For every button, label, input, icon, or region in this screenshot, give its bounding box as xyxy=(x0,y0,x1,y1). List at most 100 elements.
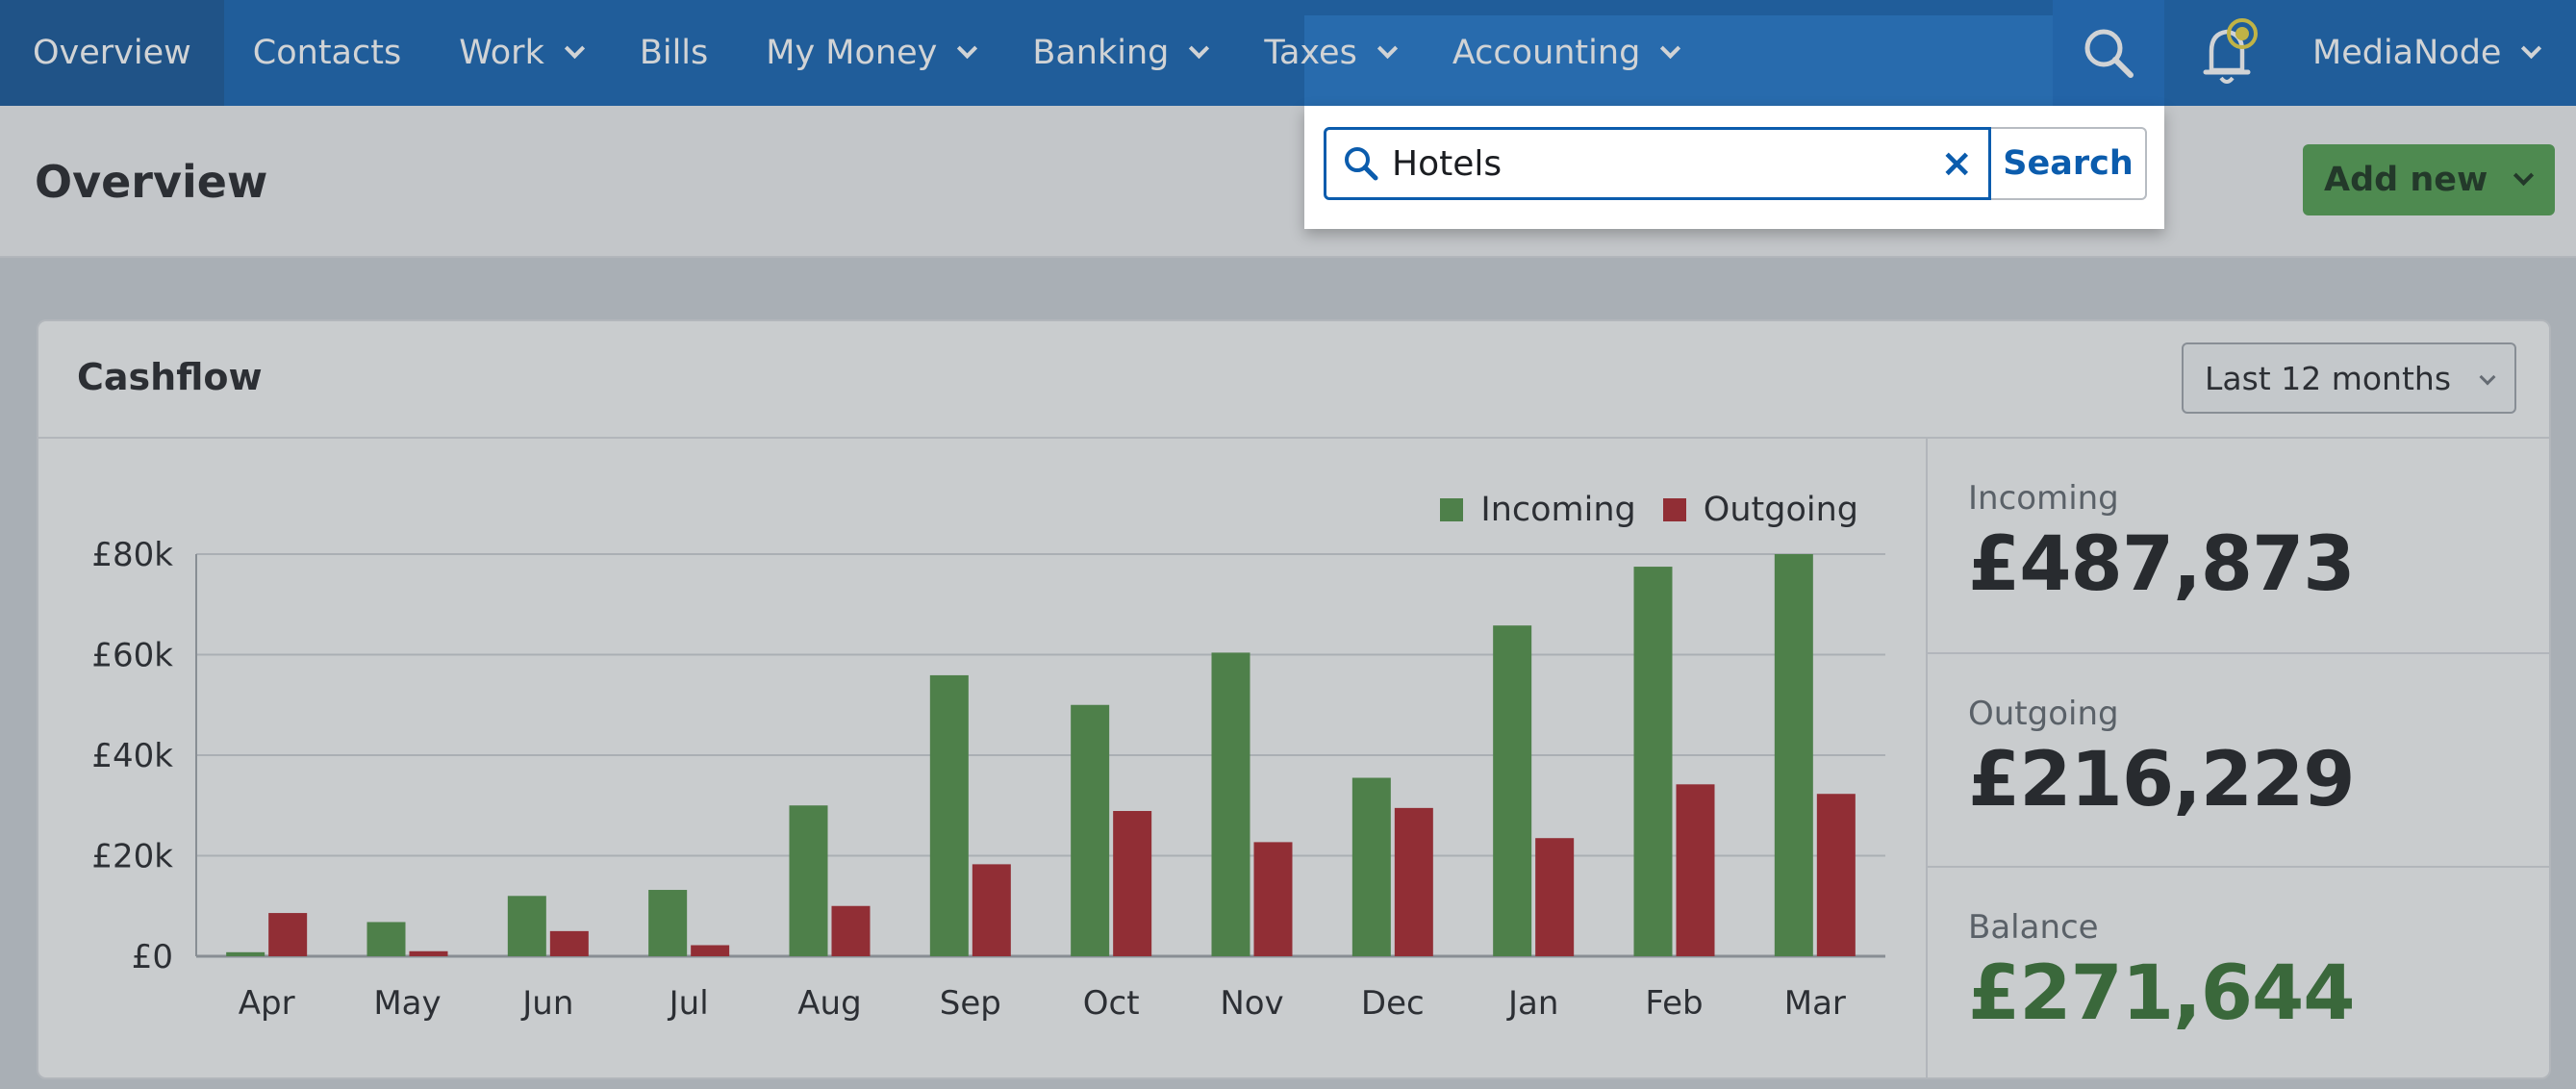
x-tick-label: Jan xyxy=(1506,984,1558,1023)
nav-item-contacts[interactable]: Contacts xyxy=(224,0,430,106)
y-tick-label: £20k xyxy=(91,838,173,876)
x-tick-label: Feb xyxy=(1645,984,1703,1023)
account-menu[interactable]: MediaNode xyxy=(2289,0,2562,106)
nav-item-my-money[interactable]: My Money xyxy=(737,0,1003,106)
legend-swatch-outgoing xyxy=(1662,498,1686,521)
stat-balance: Balance £271,644 xyxy=(1928,866,2549,1077)
y-tick-label: £60k xyxy=(91,637,173,675)
card-title: Cashflow xyxy=(77,356,263,398)
nav-item-banking[interactable]: Banking xyxy=(1003,0,1235,106)
nav-label: Bills xyxy=(639,34,709,72)
x-tick-label: Oct xyxy=(1083,984,1140,1023)
bar-incoming xyxy=(1351,777,1391,956)
search-input[interactable] xyxy=(1392,143,1911,184)
stat-value: £216,229 xyxy=(1968,737,2356,823)
card-header: Cashflow Last 12 months xyxy=(38,321,2549,439)
bar-outgoing xyxy=(972,864,1011,956)
nav-label: My Money xyxy=(766,34,938,72)
bar-incoming xyxy=(648,890,688,956)
bar-outgoing xyxy=(1676,784,1715,956)
notifications-button[interactable] xyxy=(2187,0,2274,106)
legend-item-outgoing: Outgoing xyxy=(1662,491,1858,529)
nav-item-work[interactable]: Work xyxy=(430,0,611,106)
nav-label: Overview xyxy=(33,34,191,72)
bar-outgoing xyxy=(1816,794,1856,956)
account-name: MediaNode xyxy=(2312,34,2502,72)
nav-label: Contacts xyxy=(252,34,402,72)
bar-outgoing xyxy=(1535,838,1575,956)
chevron-down-icon xyxy=(1189,38,1210,59)
x-tick-label: Jul xyxy=(668,984,709,1023)
x-tick-label: Dec xyxy=(1361,984,1425,1023)
bar-incoming xyxy=(366,922,406,956)
period-select[interactable]: Last 12 months xyxy=(2182,342,2516,414)
bar-incoming xyxy=(1774,554,1813,956)
search-icon xyxy=(2084,29,2134,78)
chevron-down-icon xyxy=(1660,38,1681,59)
x-tick-label: Sep xyxy=(940,984,1001,1023)
bar-outgoing xyxy=(1113,810,1152,956)
cashflow-stats: Incoming £487,873 Outgoing £216,229 Bala… xyxy=(1926,439,2549,1077)
search-field[interactable]: × xyxy=(1324,127,1991,200)
stat-value: £487,873 xyxy=(1968,521,2356,608)
chevron-down-icon xyxy=(2521,38,2542,59)
y-tick-label: £40k xyxy=(91,737,173,775)
nav-item-overview[interactable]: Overview xyxy=(0,0,224,106)
bar-incoming xyxy=(1071,704,1110,956)
nav-item-taxes[interactable]: Taxes xyxy=(1235,0,1423,106)
bar-incoming xyxy=(929,674,969,956)
stat-label: Balance xyxy=(1968,908,2099,947)
nav-label: Banking xyxy=(1032,34,1170,72)
legend-label: Incoming xyxy=(1480,491,1636,529)
bell-icon xyxy=(2203,18,2258,84)
chevron-down-icon xyxy=(2479,368,2496,386)
bar-incoming xyxy=(1633,567,1673,956)
top-nav: Overview Contacts Work Bills My Money Ba… xyxy=(0,0,2576,106)
chevron-down-icon xyxy=(1376,38,1398,59)
cashflow-chart: £0 £20k £40k £60k £80k Apr May Jun Jul Aug Sep Oct N… xyxy=(38,439,1926,1077)
bar-outgoing xyxy=(409,950,448,956)
search-button[interactable]: Search xyxy=(1991,127,2147,200)
stat-label: Outgoing xyxy=(1968,695,2119,733)
chart-legend: Incoming Outgoing xyxy=(1413,491,1858,529)
chevron-down-icon xyxy=(2513,165,2535,186)
nav-item-bills[interactable]: Bills xyxy=(611,0,737,106)
stat-value: £271,644 xyxy=(1968,950,2356,1037)
bar-outgoing xyxy=(1394,807,1433,956)
cashflow-card: Cashflow Last 12 months £0 £20k £40k £60k £8… xyxy=(37,319,2551,1079)
stat-incoming: Incoming £487,873 xyxy=(1928,439,2549,652)
bar-outgoing xyxy=(268,913,308,956)
bar-incoming xyxy=(226,951,265,956)
nav-label: Taxes xyxy=(1264,34,1357,72)
nav-item-accounting[interactable]: Accounting xyxy=(1424,0,1706,106)
x-tick-label: May xyxy=(373,984,441,1023)
y-tick-label: £80k xyxy=(91,536,173,574)
y-tick-label: £0 xyxy=(132,938,173,976)
x-tick-label: Jun xyxy=(520,984,573,1023)
chevron-down-icon xyxy=(957,38,978,59)
x-tick-label: Mar xyxy=(1784,984,1846,1023)
search-popover: × Search xyxy=(1304,106,2164,229)
bar-incoming xyxy=(789,805,828,956)
x-tick-label: Aug xyxy=(797,984,861,1023)
legend-label: Outgoing xyxy=(1703,491,1858,529)
chevron-down-icon xyxy=(564,38,585,59)
bar-incoming xyxy=(507,896,546,956)
cashflow-chart-svg: £0 £20k £40k £60k £80k Apr May Jun Jul Aug Sep Oct N… xyxy=(91,536,1885,1023)
bar-incoming xyxy=(1211,652,1250,956)
search-toggle-button[interactable] xyxy=(2053,0,2164,106)
bar-outgoing xyxy=(691,945,730,956)
legend-swatch-incoming xyxy=(1440,498,1464,521)
x-tick-label: Apr xyxy=(239,984,295,1023)
stat-outgoing: Outgoing £216,229 xyxy=(1928,652,2549,866)
add-new-button[interactable]: Add new xyxy=(2303,144,2555,215)
clear-icon[interactable]: × xyxy=(1940,141,1973,186)
search-icon xyxy=(1345,147,1378,181)
add-new-label: Add new xyxy=(2324,161,2488,199)
period-select-value: Last 12 months xyxy=(2205,359,2452,397)
legend-item-incoming: Incoming xyxy=(1440,491,1636,529)
stat-label: Incoming xyxy=(1968,479,2119,518)
x-tick-label: Nov xyxy=(1220,984,1283,1023)
bar-outgoing xyxy=(831,905,871,956)
bar-outgoing xyxy=(549,930,589,956)
